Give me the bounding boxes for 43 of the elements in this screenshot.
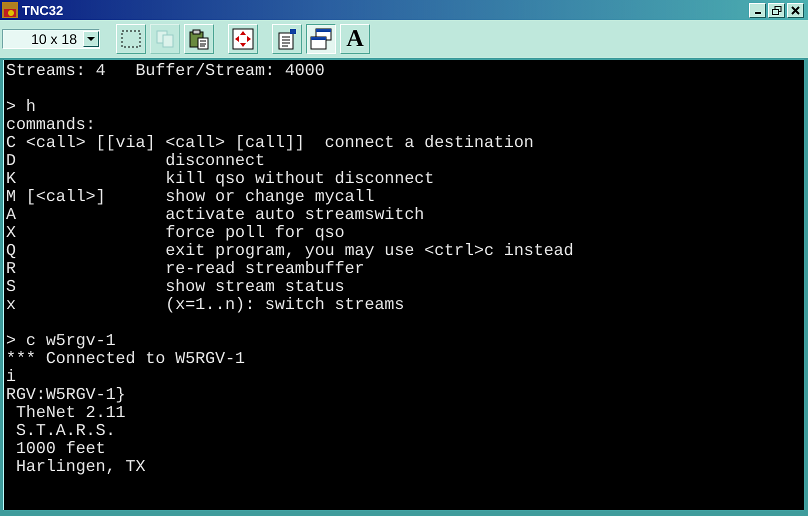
paste-button[interactable] [184, 24, 214, 54]
terminal-line: D disconnect [6, 152, 265, 170]
terminal-line: Streams: 4 Buffer/Stream: 4000 [6, 62, 325, 80]
font-button[interactable]: A [340, 24, 370, 54]
terminal-line: R re-read streambuffer [6, 260, 364, 278]
windows-icon [310, 28, 332, 50]
font-size-dropdown[interactable]: 10 x 18 [2, 29, 100, 49]
terminal-line: S show stream status [6, 278, 345, 296]
window-title: TNC32 [22, 2, 64, 18]
terminal-line: commands: [6, 116, 96, 134]
terminal-line: > c w5rgv-1 [6, 332, 116, 350]
terminal-line: S.T.A.R.S. [14, 422, 116, 440]
terminal-line: Q exit program, you may use <ctrl>c instead [6, 242, 574, 260]
caret-icon [87, 36, 95, 42]
terminal-line: A activate auto streamswitch [6, 206, 424, 224]
terminal-line: M [<call>] show or change mycall [6, 188, 374, 206]
minimize-button[interactable] [749, 2, 766, 18]
terminal-line: RGV:W5RGV-1} [6, 386, 126, 404]
app-icon [2, 2, 18, 18]
close-button[interactable] [787, 2, 804, 18]
move-icon [232, 28, 254, 50]
close-icon [791, 6, 800, 14]
restore-button[interactable] [768, 2, 785, 18]
terminal-line: X force poll for qso [6, 224, 345, 242]
restore-icon [772, 6, 782, 14]
terminal-line: Harlingen, TX [14, 458, 146, 476]
paste-icon [188, 28, 210, 50]
selection-icon [121, 30, 141, 48]
terminal-line: 1000 feet [14, 440, 106, 458]
terminal-line: i [6, 368, 16, 386]
move-button[interactable] [228, 24, 258, 54]
properties-icon [276, 28, 298, 50]
copy-icon [155, 29, 175, 49]
terminal-line: *** Connected to W5RGV-1 [6, 350, 245, 368]
terminal-line: C <call> [[via] <call> [call]] connect a destination [6, 134, 534, 152]
properties-button[interactable] [272, 24, 302, 54]
terminal-line: TheNet 2.11 [14, 404, 126, 422]
minimize-icon [754, 12, 760, 14]
terminal-line: K kill qso without disconnect [6, 170, 434, 188]
terminal-line: > h [6, 98, 36, 116]
terminal-line: x (x=1..n): switch streams [6, 296, 404, 314]
select-button[interactable] [116, 24, 146, 54]
window-button[interactable] [306, 24, 336, 54]
